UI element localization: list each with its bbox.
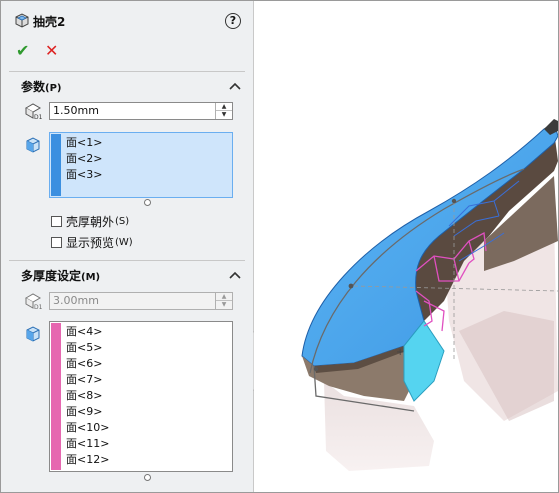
feature-title: 抽壳2	[33, 15, 66, 29]
thickness-dimension-icon: D1	[24, 103, 43, 121]
shell-feature-icon	[15, 13, 29, 28]
list-item[interactable]: 面<6>	[66, 356, 109, 372]
panel-header: 抽壳2 ?	[1, 1, 253, 39]
shell-model-preview[interactable]: +	[254, 1, 558, 492]
list-resize-handle[interactable]	[144, 474, 151, 481]
svg-text:+: +	[396, 347, 404, 358]
list-item[interactable]: 面<2>	[66, 151, 102, 167]
list-item[interactable]: 面<1>	[66, 135, 102, 151]
help-button[interactable]: ?	[225, 13, 241, 29]
list-item[interactable]: 面<9>	[66, 404, 109, 420]
section-divider	[9, 260, 245, 261]
thickness-value: 1.50mm	[53, 104, 99, 117]
multi-thickness-spinner[interactable]: ▲ ▼	[215, 293, 232, 309]
shell-outward-key: (S)	[115, 215, 130, 227]
ok-button[interactable]: ✔	[16, 41, 29, 60]
multi-section-header[interactable]: 多厚度设定(M)	[21, 267, 100, 284]
faces-to-remove-list[interactable]: 面<1> 面<2> 面<3>	[49, 132, 233, 198]
multi-thickness-dimension-icon: D1	[24, 293, 43, 311]
svg-text:D1: D1	[34, 304, 43, 311]
list-item[interactable]: 面<4>	[66, 324, 109, 340]
shell-outward-option[interactable]: 壳厚朝外 (S)	[51, 213, 129, 229]
show-preview-option[interactable]: 显示预览 (W)	[51, 234, 133, 250]
multi-collapse-chevron-icon[interactable]	[229, 270, 241, 280]
params-collapse-chevron-icon[interactable]	[229, 81, 241, 91]
params-section-title: 参数	[21, 80, 46, 94]
property-manager-panel: 抽壳2 ? ✔ ✕ 参数(P) D1 1.50mm ▲ ▼ 面<1> 面<2> …	[1, 1, 254, 492]
app-window: 抽壳2 ? ✔ ✕ 参数(P) D1 1.50mm ▲ ▼ 面<1> 面<2> …	[0, 0, 559, 493]
list-item[interactable]: 面<3>	[66, 167, 102, 183]
show-preview-key: (W)	[115, 236, 133, 248]
multi-thickness-faces-list[interactable]: 面<4> 面<5> 面<6> 面<7> 面<8> 面<9> 面<10> 面<11…	[49, 321, 233, 472]
selection-color-stripe	[51, 323, 61, 470]
list-item[interactable]: 面<12>	[66, 452, 109, 468]
show-preview-checkbox[interactable]	[51, 236, 62, 248]
list-item[interactable]: 面<5>	[66, 340, 109, 356]
params-section-key: (P)	[45, 83, 62, 94]
spin-up-icon[interactable]: ▲	[216, 103, 232, 110]
list-item[interactable]: 面<11>	[66, 436, 109, 452]
show-preview-label: 显示预览	[66, 235, 115, 250]
spin-down-icon[interactable]: ▼	[216, 300, 232, 308]
spin-down-icon[interactable]: ▼	[216, 110, 232, 118]
list-item[interactable]: 面<10>	[66, 420, 109, 436]
list-item[interactable]: 面<8>	[66, 388, 109, 404]
multi-thickness-input[interactable]: 3.00mm ▲ ▼	[49, 292, 233, 310]
multi-face-selection-cube-icon	[26, 326, 40, 342]
params-section-header[interactable]: 参数(P)	[21, 78, 62, 95]
shell-outward-label: 壳厚朝外	[66, 214, 115, 229]
face-selection-cube-icon	[26, 137, 40, 153]
spin-up-icon[interactable]: ▲	[216, 293, 232, 300]
list-resize-handle[interactable]	[144, 199, 151, 206]
multi-section-title: 多厚度设定	[21, 269, 82, 283]
multi-thickness-value: 3.00mm	[53, 294, 99, 307]
thickness-spinner[interactable]: ▲ ▼	[215, 103, 232, 119]
shell-outward-checkbox[interactable]	[51, 215, 62, 227]
svg-text:D1: D1	[34, 114, 43, 121]
multi-section-key: (M)	[81, 272, 101, 283]
graphics-viewport[interactable]: +	[254, 1, 558, 492]
section-divider	[9, 71, 245, 72]
list-item[interactable]: 面<7>	[66, 372, 109, 388]
thickness-input[interactable]: 1.50mm ▲ ▼	[49, 102, 233, 120]
selection-color-stripe	[51, 134, 61, 196]
cancel-button[interactable]: ✕	[45, 41, 58, 60]
